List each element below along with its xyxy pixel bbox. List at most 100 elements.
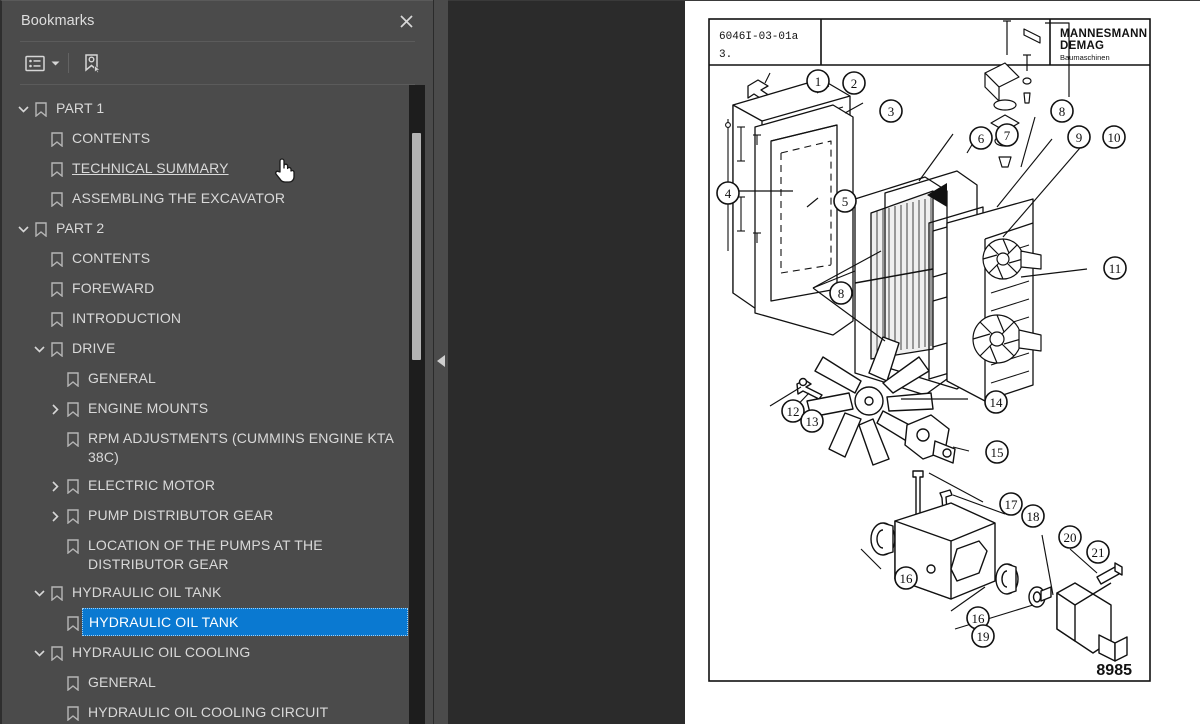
callout-number: 13 bbox=[806, 414, 819, 429]
company-line-2: DEMAG bbox=[1060, 40, 1104, 52]
callout-number: 19 bbox=[977, 629, 990, 644]
chevron-right-icon[interactable] bbox=[46, 394, 64, 424]
bookmark-label[interactable]: LOCATION OF THE PUMPS AT THE DISTRIBUTOR… bbox=[82, 531, 408, 578]
bookmark-label[interactable]: HYDRAULIC OIL TANK bbox=[82, 608, 408, 636]
chevron-right-icon[interactable] bbox=[46, 501, 64, 531]
bookmark-label[interactable]: GENERAL bbox=[82, 668, 156, 696]
bookmark-label[interactable]: DRIVE bbox=[66, 334, 116, 362]
bookmark-item[interactable]: PUMP DISTRIBUTOR GEAR bbox=[2, 501, 409, 531]
bookmark-item[interactable]: ASSEMBLING THE EXCAVATOR bbox=[2, 184, 409, 214]
bookmark-label[interactable]: GENERAL bbox=[82, 364, 156, 392]
bookmark-item[interactable]: GENERAL bbox=[2, 668, 409, 698]
bookmark-tree-scroll-area: PART 1 CONTENTS TECHNICAL SUMMARY ASSEMBLIN… bbox=[2, 85, 433, 724]
callout-number: 5 bbox=[842, 194, 849, 209]
bookmark-label[interactable]: HYDRAULIC OIL COOLING CIRCUIT bbox=[82, 698, 328, 724]
callout-number: 8 bbox=[1059, 104, 1066, 119]
bookmark-item[interactable]: CONTENTS bbox=[2, 244, 409, 274]
bookmark-item[interactable]: TECHNICAL SUMMARY bbox=[2, 154, 409, 184]
bookmarks-panel: Bookmarks PART 1 CONTENTS TECHNICAL SUMM… bbox=[0, 0, 433, 724]
callout-balloon: 19 bbox=[971, 624, 995, 648]
bookmark-item[interactable]: PART 1 bbox=[2, 94, 409, 124]
bookmark-item[interactable]: HYDRAULIC OIL TANK bbox=[2, 578, 409, 608]
pdf-viewer-area[interactable]: 6046I-03-01a 3. MANNESMANN DEMAG Baumasc… bbox=[448, 0, 1200, 724]
callout-number: 1 bbox=[815, 74, 822, 89]
bookmark-icon bbox=[32, 94, 50, 124]
bookmark-label[interactable]: FOREWARD bbox=[66, 274, 154, 302]
bookmark-item[interactable]: LOCATION OF THE PUMPS AT THE DISTRIBUTOR… bbox=[2, 531, 409, 578]
callout-balloon: 3 bbox=[879, 99, 903, 123]
bookmark-label[interactable]: PART 1 bbox=[50, 94, 104, 122]
bookmark-item[interactable]: PART 2 bbox=[2, 214, 409, 244]
bookmark-item[interactable]: ENGINE MOUNTS bbox=[2, 394, 409, 424]
callout-balloon: 18 bbox=[1021, 504, 1045, 528]
bookmark-icon bbox=[64, 471, 82, 501]
bookmark-label[interactable]: TECHNICAL SUMMARY bbox=[66, 154, 229, 182]
bookmark-item[interactable]: FOREWARD bbox=[2, 274, 409, 304]
bookmark-label[interactable]: ENGINE MOUNTS bbox=[82, 394, 208, 422]
panel-collapse-handle[interactable] bbox=[434, 0, 448, 724]
chevron-down-icon[interactable] bbox=[30, 638, 48, 668]
callout-balloon: 8 bbox=[829, 281, 853, 305]
bookmark-label[interactable]: PART 2 bbox=[50, 214, 104, 242]
chevron-down-icon[interactable] bbox=[30, 578, 48, 608]
bookmark-icon bbox=[48, 638, 66, 668]
callout-balloon: 17 bbox=[999, 492, 1023, 516]
callout-balloon: 8 bbox=[1050, 99, 1074, 123]
callout-balloon: 10 bbox=[1102, 125, 1126, 149]
new-bookmark-icon[interactable] bbox=[79, 50, 105, 76]
chevron-right-icon[interactable] bbox=[46, 471, 64, 501]
bookmark-item[interactable]: GENERAL bbox=[2, 364, 409, 394]
bookmark-item[interactable]: CONTENTS bbox=[2, 124, 409, 154]
bookmark-item[interactable]: RPM ADJUSTMENTS (CUMMINS ENGINE KTA 38C) bbox=[2, 424, 409, 471]
technical-drawing: 6046I-03-01a 3. MANNESMANN DEMAG Baumasc… bbox=[685, 1, 1200, 724]
bookmark-label[interactable]: ELECTRIC MOTOR bbox=[82, 471, 215, 499]
chevron-down-icon[interactable] bbox=[14, 94, 32, 124]
bookmarks-scrollbar[interactable] bbox=[409, 85, 425, 724]
collapse-left-arrow-icon[interactable] bbox=[437, 355, 445, 367]
bookmarks-scrollbar-thumb[interactable] bbox=[412, 133, 421, 360]
callout-number: 4 bbox=[725, 186, 732, 201]
bookmark-item[interactable]: HYDRAULIC OIL TANK bbox=[2, 608, 409, 638]
chevron-down-icon[interactable] bbox=[14, 214, 32, 244]
bookmark-item[interactable]: INTRODUCTION bbox=[2, 304, 409, 334]
bookmark-icon bbox=[48, 304, 66, 334]
bookmark-item[interactable]: HYDRAULIC OIL COOLING CIRCUIT bbox=[2, 698, 409, 724]
close-icon[interactable] bbox=[395, 10, 417, 32]
bookmark-icon bbox=[64, 394, 82, 424]
bookmark-icon bbox=[48, 334, 66, 364]
bookmark-label[interactable]: HYDRAULIC OIL TANK bbox=[66, 578, 221, 606]
bookmark-label[interactable]: RPM ADJUSTMENTS (CUMMINS ENGINE KTA 38C) bbox=[82, 424, 408, 471]
bookmark-icon bbox=[64, 668, 82, 698]
callout-number: 9 bbox=[1076, 130, 1083, 145]
company-line-1: MANNESMANN bbox=[1060, 28, 1147, 40]
callout-balloon: 20 bbox=[1058, 525, 1082, 549]
callout-number: 14 bbox=[990, 395, 1004, 410]
callout-balloon: 4 bbox=[716, 181, 740, 205]
callout-balloon: 21 bbox=[1086, 540, 1110, 564]
bookmark-icon bbox=[48, 578, 66, 608]
callout-number: 20 bbox=[1064, 530, 1077, 545]
callout-number: 10 bbox=[1108, 130, 1121, 145]
bookmark-item[interactable]: DRIVE bbox=[2, 334, 409, 364]
panel-title: Bookmarks bbox=[21, 13, 95, 29]
callout-number: 11 bbox=[1109, 261, 1122, 276]
bookmark-label[interactable]: PUMP DISTRIBUTOR GEAR bbox=[82, 501, 273, 529]
bookmark-label[interactable]: INTRODUCTION bbox=[66, 304, 181, 332]
bookmark-icon bbox=[64, 364, 82, 394]
bookmark-label[interactable]: ASSEMBLING THE EXCAVATOR bbox=[66, 184, 285, 212]
bookmark-label[interactable]: HYDRAULIC OIL COOLING bbox=[66, 638, 250, 666]
bookmark-item[interactable]: ELECTRIC MOTOR bbox=[2, 471, 409, 501]
bookmark-list-options-icon[interactable] bbox=[22, 50, 48, 76]
bookmark-item[interactable]: HYDRAULIC OIL COOLING bbox=[2, 638, 409, 668]
bookmark-label[interactable]: CONTENTS bbox=[66, 124, 150, 152]
chevron-down-icon[interactable] bbox=[48, 50, 62, 76]
bookmark-label[interactable]: CONTENTS bbox=[66, 244, 150, 272]
chevron-down-icon[interactable] bbox=[30, 334, 48, 364]
callout-number: 6 bbox=[978, 131, 985, 146]
